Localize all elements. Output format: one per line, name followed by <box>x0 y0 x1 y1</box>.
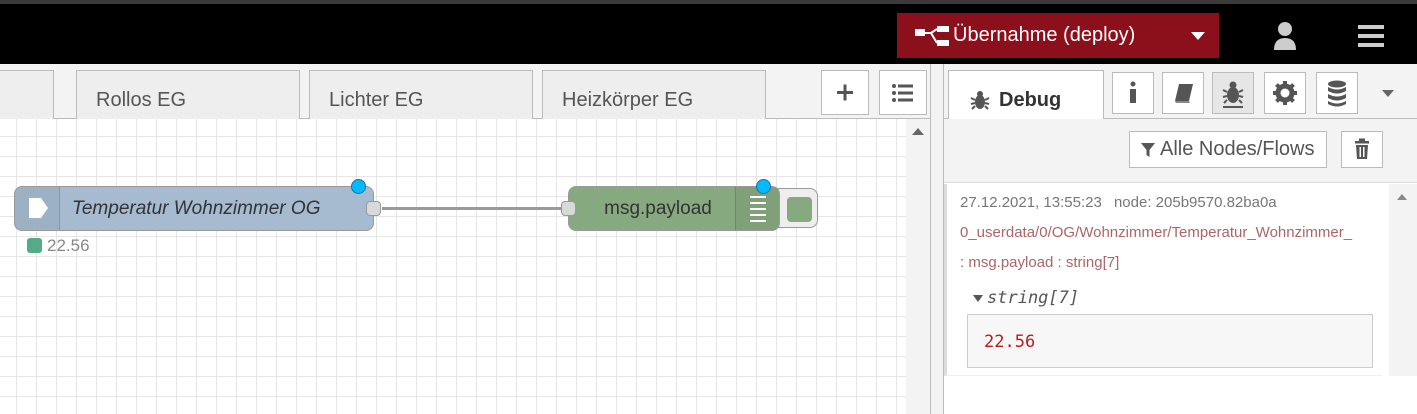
debug-node-msg-payload[interactable]: msg.payload <box>568 186 780 231</box>
tab-label: Rollos EG <box>96 89 187 111</box>
sidebar: Debug Alle Nodes/Flows 27.12.2021, 13:55… <box>944 64 1417 414</box>
inject-node-temperatur[interactable]: Temperatur Wohnzimmer OG <box>14 186 374 231</box>
flow-tabs: Rollos EG Lichter EG Heizkörper EG <box>0 64 930 119</box>
list-flows-button[interactable] <box>879 70 927 115</box>
debug-message[interactable]: 27.12.2021, 13:55:23 node: 205b9570.82ba… <box>944 184 1392 376</box>
changed-indicator <box>351 179 366 194</box>
deploy-button[interactable]: Übernahme (deploy) <box>897 13 1219 58</box>
deploy-label: Übernahme (deploy) <box>953 24 1136 46</box>
tab-flow-1[interactable] <box>0 70 54 119</box>
debug-toggle-button[interactable] <box>776 188 818 228</box>
tab-label: Heizkörper EG <box>562 89 694 111</box>
hamburger-menu-icon <box>1358 25 1384 47</box>
caret-down-icon <box>973 294 983 302</box>
book-icon <box>1175 84 1193 103</box>
tab-lichter-eg[interactable]: Lichter EG <box>309 70 533 119</box>
message-value: 22.56 <box>984 332 1036 352</box>
message-type: : msg.payload : string[7] <box>960 254 1120 271</box>
node-label: Temperatur Wohnzimmer OG <box>72 197 321 219</box>
message-topic: 0_userdata/0/OG/Wohnzimmer/Temperatur_Wo… <box>960 224 1353 241</box>
user-menu-button[interactable] <box>1262 13 1308 58</box>
debug-messages: 27.12.2021, 13:55:23 node: 205b9570.82ba… <box>944 184 1417 414</box>
add-flow-button[interactable] <box>821 70 869 115</box>
inject-icon <box>15 187 60 230</box>
list-icon <box>892 84 913 102</box>
deploy-icon <box>897 13 953 58</box>
header-bar: Übernahme (deploy) <box>0 0 1417 64</box>
debug-toolbar: Alle Nodes/Flows <box>944 119 1417 183</box>
node-status-text: 22.56 <box>47 236 90 255</box>
tab-debug-icon[interactable] <box>1212 72 1254 114</box>
tab-context-data[interactable] <box>1316 72 1358 114</box>
tab-config[interactable] <box>1264 72 1306 114</box>
workspace: Rollos EG Lichter EG Heizkörper EG Tempe… <box>0 64 930 414</box>
info-icon <box>1130 81 1136 103</box>
message-value-box[interactable]: 22.56 <box>967 314 1373 368</box>
clear-messages-button[interactable] <box>1341 131 1383 168</box>
bug-icon <box>1222 81 1244 108</box>
filter-icon <box>1141 142 1155 157</box>
user-icon <box>1274 22 1296 50</box>
sidebar-separator[interactable] <box>930 64 944 414</box>
tab-rollos-eg[interactable]: Rollos EG <box>76 70 300 119</box>
gear-icon <box>1273 81 1297 105</box>
debug-scrollbar[interactable] <box>1389 184 1417 376</box>
message-timestamp: 27.12.2021, 13:55:23 <box>960 194 1102 211</box>
message-meta: 27.12.2021, 13:55:23 node: 205b9570.82ba… <box>960 194 1277 211</box>
tab-help[interactable] <box>1162 72 1204 114</box>
expander-label: string[7] <box>987 288 1080 308</box>
trash-icon <box>1355 138 1369 159</box>
input-port[interactable] <box>561 201 576 216</box>
sidebar-tabs: Debug <box>944 64 1417 120</box>
chevron-down-icon[interactable] <box>1374 84 1404 104</box>
filter-label: Alle Nodes/Flows <box>1160 138 1315 160</box>
debug-list-icon <box>735 187 779 230</box>
main-menu-button[interactable] <box>1348 13 1394 58</box>
tab-label: Debug <box>999 89 1062 111</box>
tab-label: Lichter EG <box>329 89 424 111</box>
tab-heizkoerper-eg[interactable]: Heizkörper EG <box>542 70 766 119</box>
flow-canvas[interactable]: Temperatur Wohnzimmer OG 22.56 msg.paylo… <box>0 119 906 414</box>
wire[interactable] <box>382 207 568 210</box>
changed-indicator <box>756 179 771 194</box>
filter-nodes-button[interactable]: Alle Nodes/Flows <box>1129 131 1327 168</box>
message-node-id[interactable]: node: 205b9570.82ba0a <box>1114 194 1277 211</box>
tab-debug[interactable]: Debug <box>948 70 1104 120</box>
canvas-scrollbar[interactable] <box>906 119 930 414</box>
message-expander[interactable]: string[7] <box>973 288 1079 308</box>
database-icon <box>1328 80 1346 107</box>
tab-info[interactable] <box>1112 72 1154 114</box>
status-indicator <box>27 238 42 253</box>
chevron-down-icon[interactable] <box>1173 13 1219 58</box>
bug-icon <box>970 91 990 110</box>
plus-icon <box>837 84 853 101</box>
output-port[interactable] <box>366 201 381 216</box>
node-label: msg.payload <box>604 197 712 219</box>
